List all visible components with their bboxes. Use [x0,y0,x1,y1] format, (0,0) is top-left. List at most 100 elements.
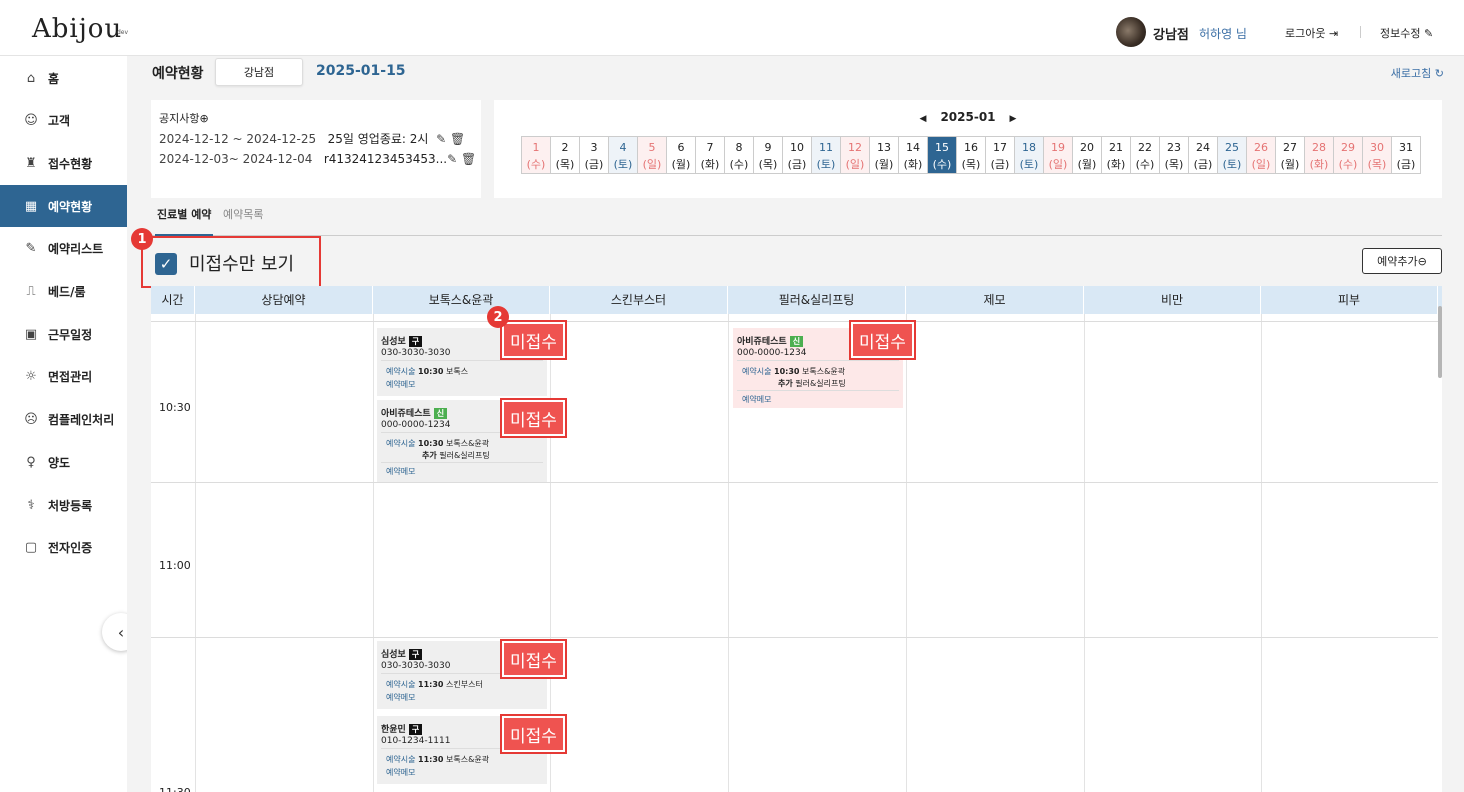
calendar-day[interactable]: 10 (금) [783,136,812,174]
calendar-day[interactable]: 21 (화) [1102,136,1131,174]
unreceived-filter-label[interactable]: 미접수만 보기 [189,250,294,276]
calendar-day[interactable]: 28 (화) [1305,136,1334,174]
patient-name: 심성보 구 [381,334,423,347]
logout-button[interactable]: 로그아웃 ⇥ [1285,25,1338,41]
calendar-day[interactable]: 29 (수) [1334,136,1363,174]
unreceived-label: 미접수 [504,718,563,750]
calendar-day[interactable]: 30 (목) [1363,136,1392,174]
prev-month-icon[interactable]: ◀ [920,114,927,124]
page-title: 예약현황 [152,66,204,82]
treatment-label: 예약시술 [386,755,416,764]
notice-title[interactable]: 공지사항⊕ [159,110,209,126]
calendar-day[interactable]: 2 (목) [551,136,580,174]
branch-select-button[interactable]: 강남점 [215,58,303,86]
tab-reservation-list[interactable]: 예약목록 [223,208,263,236]
sidebar-item[interactable]: ☼ 면접관리 [0,356,127,398]
notice-row[interactable]: 2024-12-12 ~ 2024-12-25 25일 영업종료: 2시 ✎ 🗑 [159,130,465,147]
sidebar-item[interactable]: ⎍ 베드/룸 [0,271,127,313]
day-weekday: (토) [1222,158,1242,171]
calendar-day[interactable]: 13 (월) [870,136,899,174]
branch-name: 강남점 [1153,28,1189,43]
sidebar-item-icon: ☹ [24,412,38,428]
sidebar-item[interactable]: ⚕ 처방등록 [0,484,127,526]
calendar-day[interactable]: 14 (화) [899,136,928,174]
calendar-day[interactable]: 9 (목) [754,136,783,174]
day-number: 17 [993,141,1007,154]
calendar-day[interactable]: 24 (금) [1189,136,1218,174]
tab-by-treatment[interactable]: 진료별 예약 [155,208,214,236]
grid-column-line [728,314,729,792]
calendar-day[interactable]: 26 (일) [1247,136,1276,174]
calendar-day[interactable]: 22 (수) [1131,136,1160,174]
sidebar-item[interactable]: ♀ 양도 [0,441,127,483]
day-weekday: (화) [903,158,923,171]
treatment-label: 예약시술 [386,680,416,689]
calendar-day[interactable]: 19 (일) [1044,136,1073,174]
sidebar-item-label: 근무일정 [48,327,93,342]
sidebar-item-icon: ▦ [24,198,38,214]
sidebar-item[interactable]: ▣ 근무일정 [0,313,127,355]
sidebar-item[interactable]: ☺ 고객 [0,100,127,142]
calendar-day[interactable]: 18 (토) [1015,136,1044,174]
calendar-day[interactable]: 5 (일) [638,136,667,174]
day-number: 15 [935,141,949,154]
reservation-memo[interactable]: 예약메모 [386,692,415,703]
calendar-day[interactable]: 16 (목) [957,136,986,174]
refresh-button[interactable]: 새로고침 ↻ [1391,65,1444,81]
column-header: 보톡스&윤곽 [373,286,550,314]
calendar-day[interactable]: 7 (화) [696,136,725,174]
day-weekday: (일) [642,158,662,171]
unreceived-label: 미접수 [504,402,563,434]
sidebar-item[interactable]: ⌂ 홈 [0,57,127,99]
calendar-day[interactable]: 23 (목) [1160,136,1189,174]
reservation-memo[interactable]: 예약메모 [386,379,415,390]
sidebar-item[interactable]: ▢ 전자인증 [0,527,127,569]
sidebar-item[interactable]: ▦ 예약현황 [0,185,127,228]
day-weekday: (월) [874,158,894,171]
calendar-day[interactable]: 25 (토) [1218,136,1247,174]
calendar-day[interactable]: 6 (월) [667,136,696,174]
top-bar: Abijou dev 강남점 허하영 님 로그아웃 ⇥ 정보수정 ✎ [0,0,1464,56]
calendar-day[interactable]: 12 (일) [841,136,870,174]
calendar-day[interactable]: 27 (월) [1276,136,1305,174]
next-month-icon[interactable]: ▶ [1010,114,1017,124]
calendar-day[interactable]: 17 (금) [986,136,1015,174]
add-reservation-button[interactable]: 예약추가⊖ [1362,248,1442,274]
calendar-day[interactable]: 20 (월) [1073,136,1102,174]
edit-info-button[interactable]: 정보수정 ✎ [1380,25,1433,41]
scrollbar[interactable] [1438,306,1442,378]
treatment-time: 10:30 [418,367,444,376]
reservation-memo[interactable]: 예약메모 [386,466,415,477]
main-content: 예약현황 강남점 2025-01-15 새로고침 ↻ 공지사항⊕ 2024-12… [127,56,1464,792]
edit-delete-icon[interactable]: ✎ 🗑 [436,132,465,146]
calendar-day[interactable]: 3 (금) [580,136,609,174]
logo[interactable]: Abijou [32,14,122,44]
edit-delete-icon[interactable]: ✎ 🗑 [447,152,476,166]
sidebar-item[interactable]: ♜ 접수현황 [0,142,127,184]
reservation-memo[interactable]: 예약메모 [742,394,771,405]
calendar-day[interactable]: 1 (수) [522,136,551,174]
calendar-day[interactable]: 11 (토) [812,136,841,174]
reservation-memo[interactable]: 예약메모 [386,767,415,778]
column-header: 상담예약 [195,286,373,314]
sidebar-item-icon: ☺ [24,113,38,129]
sidebar-item[interactable]: ✎ 예약리스트 [0,228,127,270]
card-divider [381,360,543,361]
patient-phone: 030-3030-3030 [381,661,451,671]
grid-row-line [151,482,1438,483]
calendar-day[interactable]: 15 (수) [928,136,957,174]
day-number: 29 [1341,141,1355,154]
add-label: 추가 [422,451,437,460]
avatar[interactable] [1116,17,1146,47]
calendar-day[interactable]: 8 (수) [725,136,754,174]
notice-row[interactable]: 2024-12-03~ 2024-12-04 r41324123453453..… [159,152,476,166]
day-number: 18 [1022,141,1036,154]
day-weekday: (목) [758,158,778,171]
sidebar-item-icon: ☼ [25,369,37,385]
day-weekday: (목) [1164,158,1184,171]
calendar-day[interactable]: 31 (금) [1392,136,1421,174]
sidebar-item[interactable]: ☹ 컴플레인처리 [0,399,127,441]
patient-name-text: 한윤민 [381,725,406,735]
checkbox[interactable]: ✓ [155,253,177,275]
calendar-day[interactable]: 4 (토) [609,136,638,174]
